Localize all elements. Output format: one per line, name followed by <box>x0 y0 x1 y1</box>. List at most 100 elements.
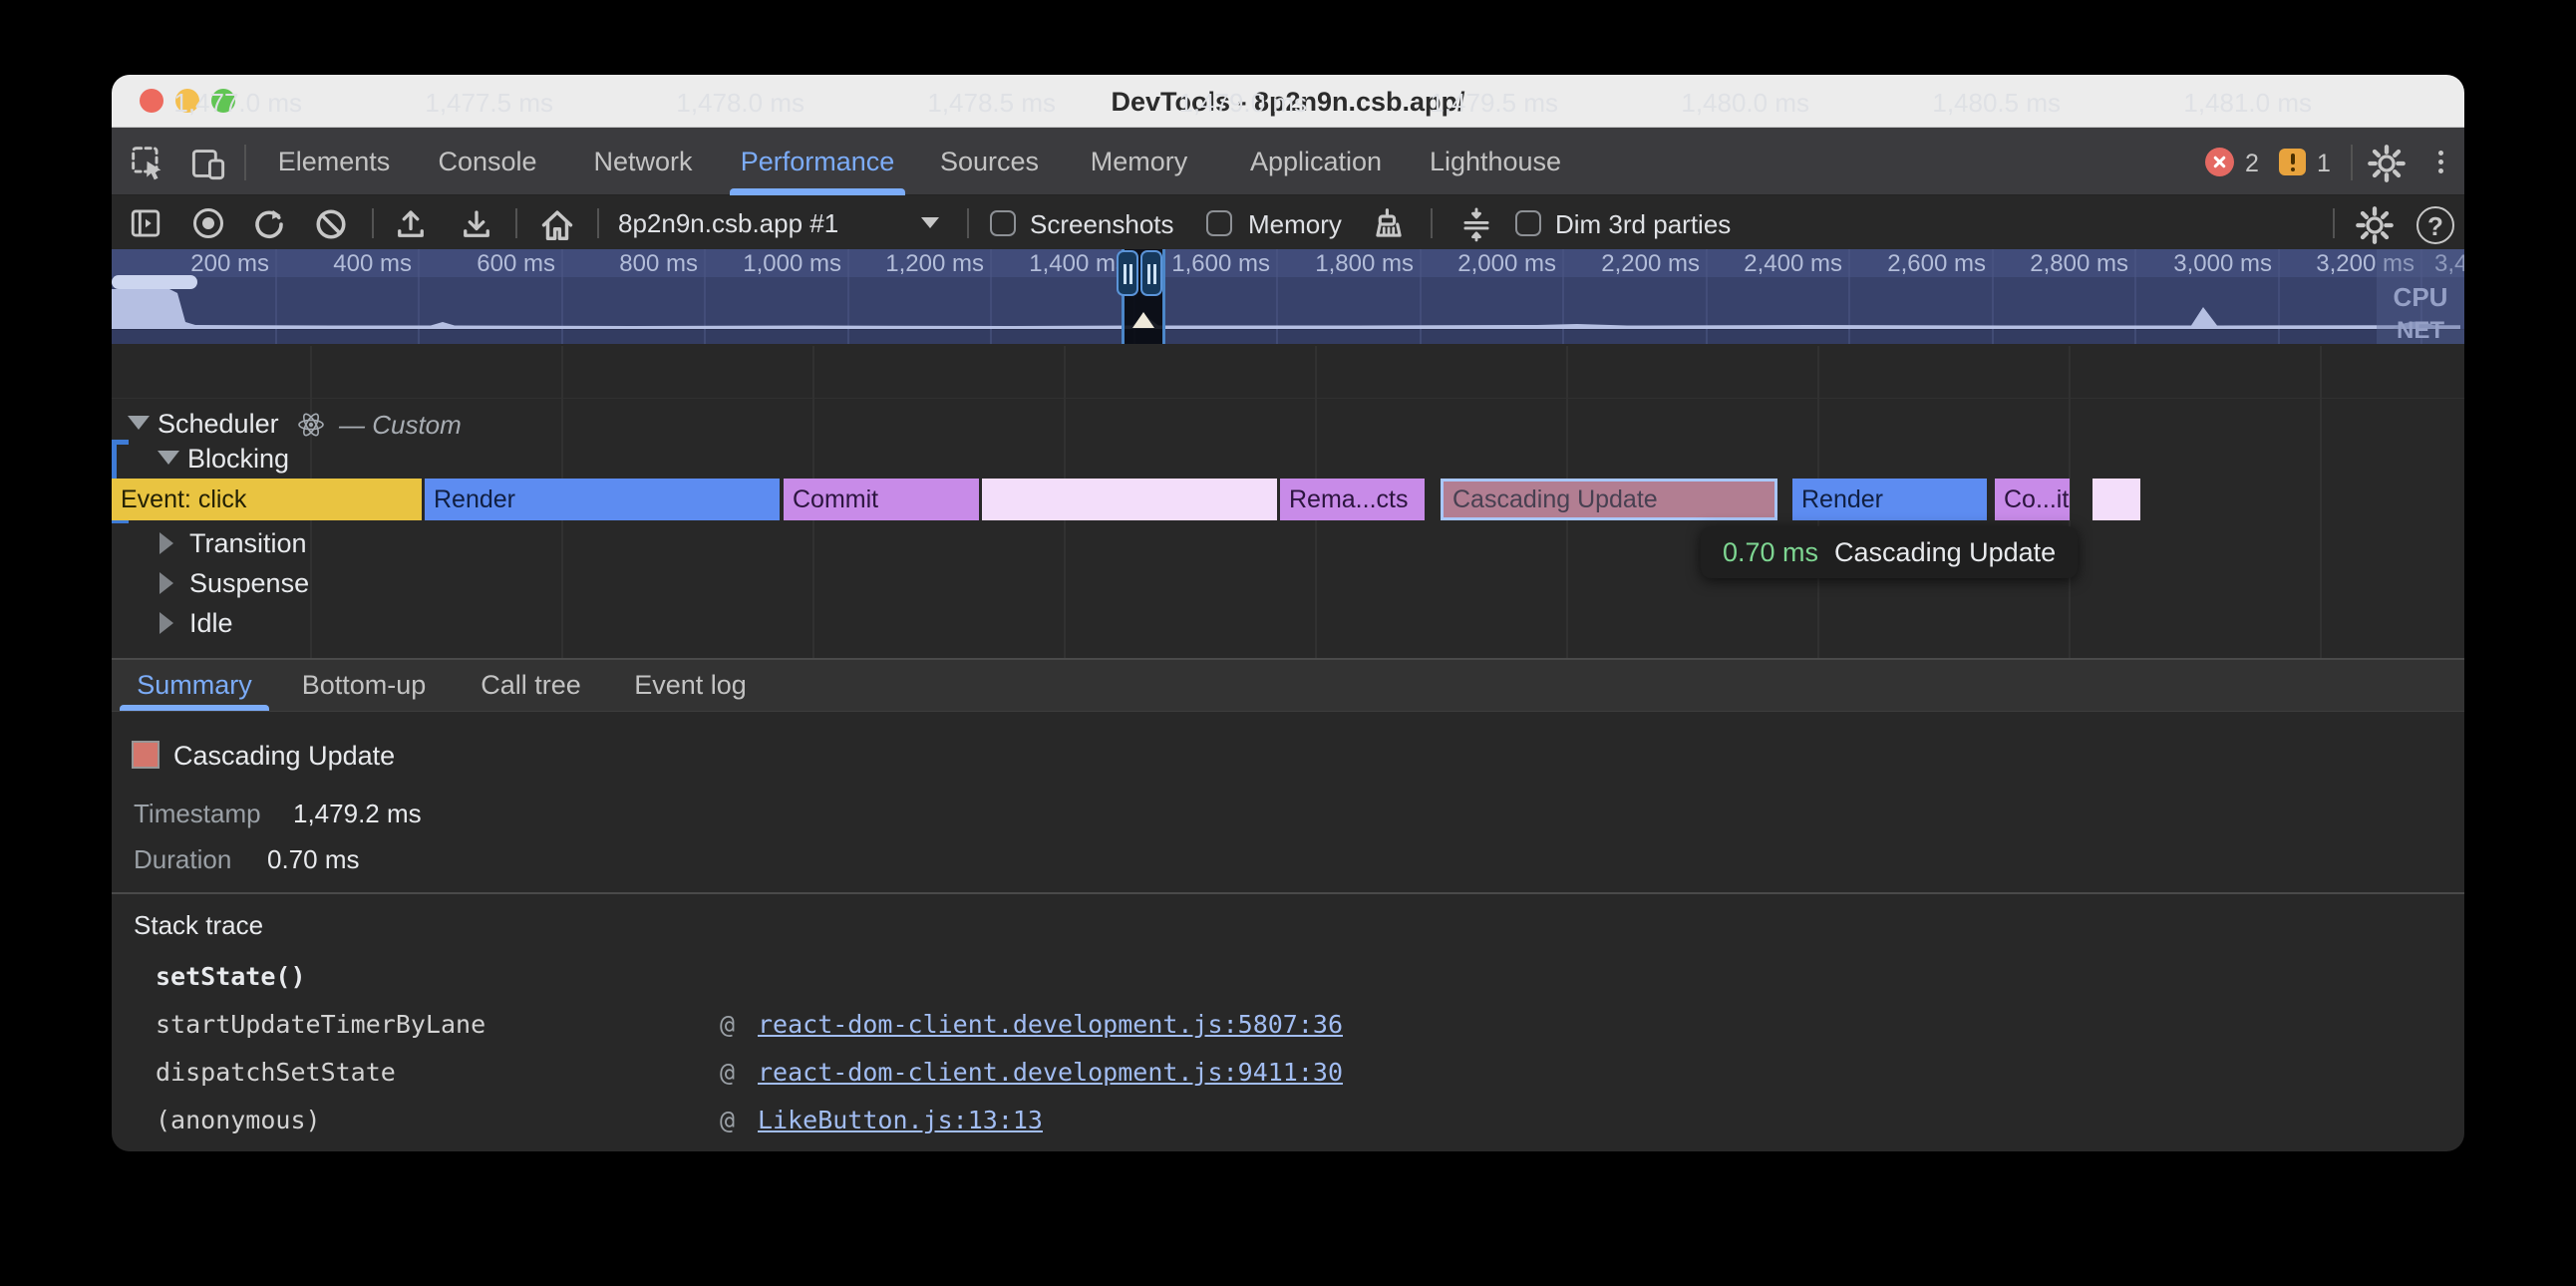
summary-duration-label: Duration <box>134 844 231 875</box>
suspense-expand-icon[interactable] <box>160 572 173 594</box>
issue-count[interactable]: 1 <box>2317 150 2331 178</box>
tab-console[interactable]: Console <box>429 128 546 195</box>
dim-3rd-parties-checkbox[interactable] <box>1515 210 1541 236</box>
summary-tab-underline <box>120 705 269 711</box>
toggle-sidebar-icon[interactable] <box>129 206 162 245</box>
summary-event-title: Cascading Update <box>173 741 395 771</box>
tab-application[interactable]: Application <box>1236 128 1396 195</box>
upload-profile-icon[interactable] <box>393 206 429 247</box>
issues-icon[interactable] <box>2279 149 2306 175</box>
track-idle-label[interactable]: Idle <box>189 606 233 640</box>
flame-bar-event-click[interactable]: Event: click <box>112 479 422 520</box>
stack-frame-at: @ <box>720 1106 735 1134</box>
track-blocking-label[interactable]: Blocking <box>187 442 289 476</box>
react-atom-icon <box>297 411 325 444</box>
cpu-label: CPU <box>2377 282 2464 313</box>
toolbar-separator-right <box>2333 208 2335 238</box>
target-select[interactable]: 8p2n9n.csb.app #1 <box>618 208 838 239</box>
ruler-tick: 1,481.0 ms <box>2091 75 2312 130</box>
track-transition-label[interactable]: Transition <box>189 526 307 560</box>
tooltip-label: Cascading Update <box>1834 537 2056 567</box>
ruler-tick: 1,478.0 ms <box>583 75 805 130</box>
download-profile-icon[interactable] <box>459 206 494 247</box>
toolbar-separator <box>515 208 517 238</box>
home-icon[interactable] <box>538 205 576 248</box>
flame-bar-cascading-update[interactable]: Cascading Update <box>1441 479 1777 520</box>
flame-bar-render-2[interactable]: Render <box>1792 479 1987 520</box>
capture-settings-gear-icon[interactable] <box>2355 205 2395 250</box>
toolbar-separator <box>1431 208 1433 238</box>
transition-expand-icon[interactable] <box>160 532 173 554</box>
net-label: NET <box>2377 317 2464 344</box>
ruler-tick: 1,479.5 ms <box>1337 75 1558 130</box>
tab-sources[interactable]: Sources <box>932 128 1047 195</box>
error-count[interactable]: 2 <box>2245 150 2259 178</box>
flame-bar-lavender[interactable] <box>982 479 1277 520</box>
timeline-overview[interactable]: 200 ms 400 ms 600 ms 800 ms 1,000 ms 1,2… <box>112 249 2464 344</box>
tab-bottom-up[interactable]: Bottom-up <box>294 660 434 712</box>
toolbar-separator <box>372 208 374 238</box>
tab-memory[interactable]: Memory <box>1072 128 1206 195</box>
error-count-icon[interactable] <box>2205 148 2234 176</box>
ruler-tick: 1,480.0 ms <box>1588 75 1809 130</box>
ruler-tick: 1,477.5 ms <box>332 75 553 130</box>
track-selection-bracket-top <box>112 440 129 445</box>
flame-bar-remaining-effects[interactable]: Rema...cts <box>1280 479 1425 520</box>
stack-frame-at: @ <box>720 1010 735 1039</box>
bottom-panel-tabbar: Summary Bottom-up Call tree Event log <box>112 660 2464 712</box>
settings-gear-icon[interactable] <box>2367 144 2407 188</box>
tab-event-log[interactable]: Event log <box>628 660 753 712</box>
source-link[interactable]: react-dom-client.development.js:9411:30 <box>758 1058 1343 1087</box>
tab-lighthouse[interactable]: Lighthouse <box>1421 128 1570 195</box>
more-options-icon[interactable] <box>2438 147 2443 177</box>
blocking-collapse-icon[interactable] <box>158 451 179 465</box>
toolbar-separator <box>967 208 969 238</box>
selection-right-handle[interactable] <box>1140 250 1162 296</box>
tab-performance[interactable]: Performance <box>728 128 907 195</box>
stack-frame-location: LikeButton.js:13:13 <box>758 1106 1043 1134</box>
selection-left-handle[interactable] <box>1117 250 1138 296</box>
collect-garbage-brush-icon[interactable] <box>1370 205 1408 248</box>
ruler-tick: 1,480.5 ms <box>1839 75 2061 130</box>
flame-bar-lavender-2[interactable] <box>2093 479 2140 520</box>
flame-bar-commit-2[interactable]: Co...it <box>1995 479 2070 520</box>
reload-record-icon[interactable] <box>251 206 287 247</box>
stack-frame-at: @ <box>720 1058 735 1087</box>
toolbar-separator <box>597 208 599 238</box>
tabbar-separator-right <box>2351 145 2353 180</box>
screenshot-strip-thumb <box>112 275 197 289</box>
track-scheduler-label[interactable]: Scheduler <box>158 407 279 441</box>
dim-3rd-parties-label[interactable]: Dim 3rd parties <box>1555 209 1731 240</box>
screenshots-checkbox[interactable] <box>990 210 1016 236</box>
tab-elements[interactable]: Elements <box>269 128 399 195</box>
collapse-expand-icon[interactable] <box>1457 205 1495 248</box>
zoomed-ruler[interactable] <box>112 344 2464 399</box>
source-link[interactable]: react-dom-client.development.js:5807:36 <box>758 1010 1343 1039</box>
flame-bar-render[interactable]: Render <box>425 479 780 520</box>
memory-checkbox[interactable] <box>1206 210 1232 236</box>
idle-expand-icon[interactable] <box>160 612 173 634</box>
flame-bar-commit[interactable]: Commit <box>784 479 979 520</box>
tab-call-tree[interactable]: Call tree <box>474 660 588 712</box>
selection-cpu-bump <box>1132 312 1154 328</box>
tab-network[interactable]: Network <box>578 128 708 195</box>
summary-timestamp-label: Timestamp <box>134 799 261 829</box>
source-link[interactable]: LikeButton.js:13:13 <box>758 1106 1043 1134</box>
summary-duration-value: 0.70 ms <box>267 844 360 875</box>
scheduler-collapse-icon[interactable] <box>128 416 150 430</box>
stack-frame-location: react-dom-client.development.js:5807:36 <box>758 1010 1343 1039</box>
cpu-activity-chart <box>112 249 2464 344</box>
record-icon[interactable] <box>193 208 223 238</box>
tabbar-separator <box>244 145 246 180</box>
tooltip-duration: 0.70 ms <box>1723 537 1818 567</box>
help-icon[interactable]: ? <box>2416 206 2454 244</box>
screenshots-label[interactable]: Screenshots <box>1030 209 1174 240</box>
device-toolbar-icon[interactable] <box>189 145 227 187</box>
clear-icon[interactable] <box>313 206 349 247</box>
target-select-caret-icon[interactable] <box>921 217 939 228</box>
memory-label[interactable]: Memory <box>1248 209 1342 240</box>
stack-trace-title: Stack trace <box>134 910 263 941</box>
stack-divider <box>112 892 2464 894</box>
inspect-element-icon[interactable] <box>130 145 167 187</box>
track-suspense-label[interactable]: Suspense <box>189 566 309 600</box>
